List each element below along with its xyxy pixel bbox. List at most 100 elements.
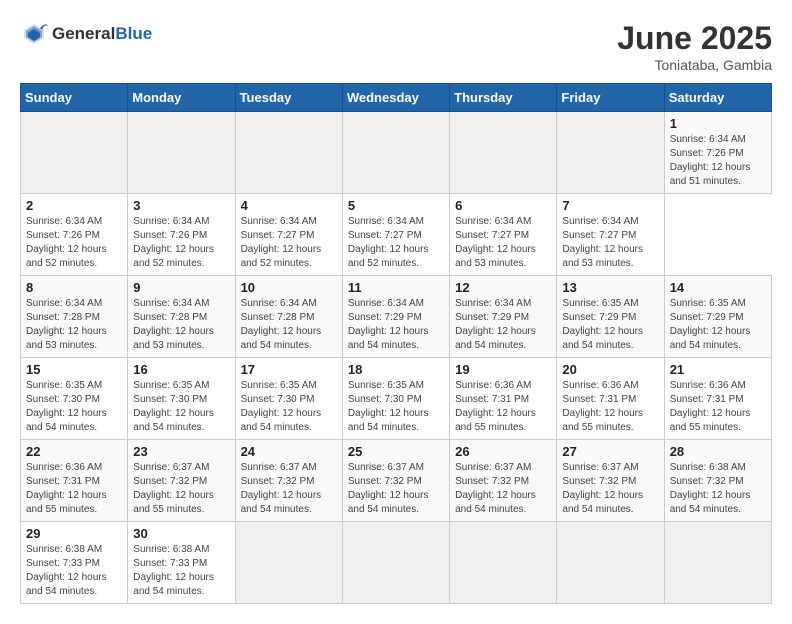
day-number: 5 [348,198,444,213]
calendar-day-cell: 16 Sunrise: 6:35 AMSunset: 7:30 PMDayligh… [128,358,235,440]
calendar-day-cell: 10 Sunrise: 6:34 AMSunset: 7:28 PMDayligh… [235,276,342,358]
calendar-day-cell: 20 Sunrise: 6:36 AMSunset: 7:31 PMDayligh… [557,358,664,440]
day-number: 12 [455,280,551,295]
empty-cell [664,522,771,604]
day-info: Sunrise: 6:34 AMSunset: 7:26 PMDaylight:… [670,134,751,187]
day-number: 17 [241,362,337,377]
day-number: 4 [241,198,337,213]
day-info: Sunrise: 6:34 AMSunset: 7:28 PMDaylight:… [26,298,107,351]
day-number: 7 [562,198,658,213]
day-number: 10 [241,280,337,295]
day-info: Sunrise: 6:34 AMSunset: 7:29 PMDaylight:… [348,298,429,351]
day-number: 18 [348,362,444,377]
day-number: 16 [133,362,229,377]
calendar-day-cell: 17 Sunrise: 6:35 AMSunset: 7:30 PMDayligh… [235,358,342,440]
calendar-day-cell: 2 Sunrise: 6:34 AMSunset: 7:26 PMDaylight… [21,194,128,276]
day-info: Sunrise: 6:35 AMSunset: 7:30 PMDaylight:… [26,380,107,433]
calendar-day-cell: 12Sunrise: 6:34 AMSunset: 7:29 PMDayligh… [450,276,557,358]
calendar-day-cell: 8 Sunrise: 6:34 AMSunset: 7:28 PMDaylight… [21,276,128,358]
day-info: Sunrise: 6:37 AMSunset: 7:32 PMDaylight:… [241,462,322,515]
calendar-title: June 2025 [617,20,772,57]
day-info: Sunrise: 6:36 AMSunset: 7:31 PMDaylight:… [26,462,107,515]
day-number: 13 [562,280,658,295]
empty-cell [450,522,557,604]
day-number: 15 [26,362,122,377]
calendar-day-cell: 15 Sunrise: 6:35 AMSunset: 7:30 PMDayligh… [21,358,128,440]
day-number: 25 [348,444,444,459]
day-number: 11 [348,280,444,295]
calendar-day-cell: 7 Sunrise: 6:34 AMSunset: 7:27 PMDaylight… [557,194,664,276]
day-info: Sunrise: 6:38 AMSunset: 7:32 PMDaylight:… [670,462,751,515]
calendar-week-row: 2 Sunrise: 6:34 AMSunset: 7:26 PMDaylight… [21,194,772,276]
empty-cell [450,112,557,194]
logo-general: General [52,24,115,43]
calendar-day-cell: 30 Sunrise: 6:38 AMSunset: 7:33 PMDayligh… [128,522,235,604]
empty-cell [557,522,664,604]
header-day: Sunday [21,84,128,112]
calendar-subtitle: Toniataba, Gambia [617,57,772,73]
logo-blue: Blue [115,24,152,43]
day-number: 27 [562,444,658,459]
day-info: Sunrise: 6:38 AMSunset: 7:33 PMDaylight:… [133,544,214,597]
logo-icon [20,20,48,48]
day-info: Sunrise: 6:34 AMSunset: 7:27 PMDaylight:… [348,216,429,269]
calendar-day-cell: 14 Sunrise: 6:35 AMSunset: 7:29 PMDayligh… [664,276,771,358]
header-day: Tuesday [235,84,342,112]
day-number: 30 [133,526,229,541]
calendar-day-cell: 5 Sunrise: 6:34 AMSunset: 7:27 PMDaylight… [342,194,449,276]
empty-cell [128,112,235,194]
day-info: Sunrise: 6:37 AMSunset: 7:32 PMDaylight:… [348,462,429,515]
day-info: Sunrise: 6:35 AMSunset: 7:30 PMDaylight:… [133,380,214,433]
calendar-day-cell: 23Sunrise: 6:37 AMSunset: 7:32 PMDayligh… [128,440,235,522]
calendar-day-cell: 6Sunrise: 6:34 AMSunset: 7:27 PMDaylight… [450,194,557,276]
calendar-day-cell: 4 Sunrise: 6:34 AMSunset: 7:27 PMDaylight… [235,194,342,276]
day-number: 6 [455,198,551,213]
empty-cell [235,522,342,604]
header-day: Thursday [450,84,557,112]
day-number: 1 [670,116,766,131]
calendar-day-cell: 28Sunrise: 6:38 AMSunset: 7:32 PMDayligh… [664,440,771,522]
day-number: 20 [562,362,658,377]
empty-cell [342,112,449,194]
header-day: Saturday [664,84,771,112]
day-number: 3 [133,198,229,213]
day-info: Sunrise: 6:34 AMSunset: 7:26 PMDaylight:… [26,216,107,269]
day-number: 21 [670,362,766,377]
day-info: Sunrise: 6:34 AMSunset: 7:28 PMDaylight:… [133,298,214,351]
page-header: GeneralBlue June 2025 Toniataba, Gambia [20,20,772,73]
calendar-header: SundayMondayTuesdayWednesdayThursdayFrid… [21,84,772,112]
header-day: Friday [557,84,664,112]
day-number: 8 [26,280,122,295]
header-day: Monday [128,84,235,112]
day-number: 2 [26,198,122,213]
title-area: June 2025 Toniataba, Gambia [617,20,772,73]
day-number: 24 [241,444,337,459]
day-info: Sunrise: 6:35 AMSunset: 7:30 PMDaylight:… [348,380,429,433]
empty-cell [557,112,664,194]
day-info: Sunrise: 6:34 AMSunset: 7:27 PMDaylight:… [562,216,643,269]
day-info: Sunrise: 6:37 AMSunset: 7:32 PMDaylight:… [562,462,643,515]
calendar-day-cell: 3Sunrise: 6:34 AMSunset: 7:26 PMDaylight… [128,194,235,276]
logo: GeneralBlue [20,20,152,48]
calendar-body: 1 Sunrise: 6:34 AMSunset: 7:26 PMDaylight… [21,112,772,604]
day-number: 9 [133,280,229,295]
calendar-day-cell: 24 Sunrise: 6:37 AMSunset: 7:32 PMDayligh… [235,440,342,522]
calendar-day-cell: 22 Sunrise: 6:36 AMSunset: 7:31 PMDayligh… [21,440,128,522]
day-number: 22 [26,444,122,459]
day-info: Sunrise: 6:38 AMSunset: 7:33 PMDaylight:… [26,544,107,597]
day-info: Sunrise: 6:34 AMSunset: 7:28 PMDaylight:… [241,298,322,351]
calendar-day-cell: 9 Sunrise: 6:34 AMSunset: 7:28 PMDaylight… [128,276,235,358]
day-info: Sunrise: 6:35 AMSunset: 7:29 PMDaylight:… [670,298,751,351]
calendar-day-cell: 25 Sunrise: 6:37 AMSunset: 7:32 PMDayligh… [342,440,449,522]
empty-cell [342,522,449,604]
calendar-day-cell: 19Sunrise: 6:36 AMSunset: 7:31 PMDayligh… [450,358,557,440]
calendar-week-row: 1 Sunrise: 6:34 AMSunset: 7:26 PMDaylight… [21,112,772,194]
calendar-day-cell: 29Sunrise: 6:38 AMSunset: 7:33 PMDayligh… [21,522,128,604]
day-info: Sunrise: 6:35 AMSunset: 7:30 PMDaylight:… [241,380,322,433]
day-number: 14 [670,280,766,295]
calendar-day-cell: 13Sunrise: 6:35 AMSunset: 7:29 PMDayligh… [557,276,664,358]
day-number: 19 [455,362,551,377]
calendar-day-cell: 18 Sunrise: 6:35 AMSunset: 7:30 PMDayligh… [342,358,449,440]
day-info: Sunrise: 6:34 AMSunset: 7:27 PMDaylight:… [241,216,322,269]
day-info: Sunrise: 6:36 AMSunset: 7:31 PMDaylight:… [562,380,643,433]
